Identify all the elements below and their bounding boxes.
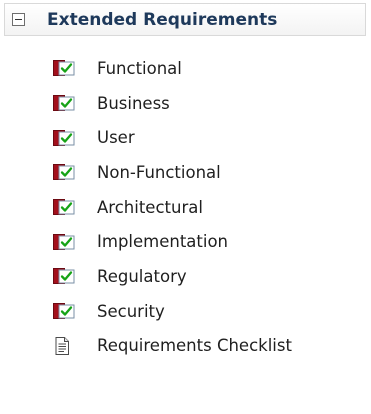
toolbox-item-requirements-checklist[interactable]: Requirements Checklist (0, 329, 371, 364)
toolbox-item-regulatory[interactable]: Regulatory (0, 259, 371, 294)
requirement-checkbox-icon (53, 267, 75, 285)
section-header[interactable]: Extended Requirements (4, 3, 366, 36)
toolbox-item-label: User (97, 128, 135, 148)
requirement-checkbox-icon (53, 302, 75, 320)
requirement-checkbox-icon (53, 233, 75, 251)
section-title: Extended Requirements (47, 9, 278, 30)
requirement-checkbox-icon (53, 59, 75, 77)
toolbox-item-label: Regulatory (97, 266, 187, 286)
requirement-checkbox-icon (53, 94, 75, 112)
requirement-checkbox-icon (53, 163, 75, 181)
toolbox-item-user[interactable]: User (0, 120, 371, 155)
toolbox-item-label: Business (97, 93, 170, 113)
toolbox-item-label: Non-Functional (97, 162, 221, 182)
toolbox-item-label: Implementation (97, 232, 229, 252)
toolbox-item-label: Security (97, 301, 165, 321)
document-icon (53, 336, 75, 355)
requirement-checkbox-icon (53, 129, 75, 147)
toolbox-panel: Extended Requirements Functional Busines… (0, 0, 371, 414)
collapse-toggle[interactable] (12, 13, 25, 26)
toolbox-item-label: Requirements Checklist (97, 336, 292, 356)
toolbox-item-non-functional[interactable]: Non-Functional (0, 155, 371, 190)
toolbox-item-functional[interactable]: Functional (0, 51, 371, 86)
toolbox-item-business[interactable]: Business (0, 86, 371, 121)
requirement-checkbox-icon (53, 198, 75, 216)
toolbox-item-security[interactable]: Security (0, 294, 371, 329)
item-list: Functional Business User Non-Functional … (0, 51, 371, 363)
toolbox-item-implementation[interactable]: Implementation (0, 224, 371, 259)
toolbox-item-architectural[interactable]: Architectural (0, 190, 371, 225)
toolbox-item-label: Architectural (97, 197, 203, 217)
toolbox-item-label: Functional (97, 58, 182, 78)
